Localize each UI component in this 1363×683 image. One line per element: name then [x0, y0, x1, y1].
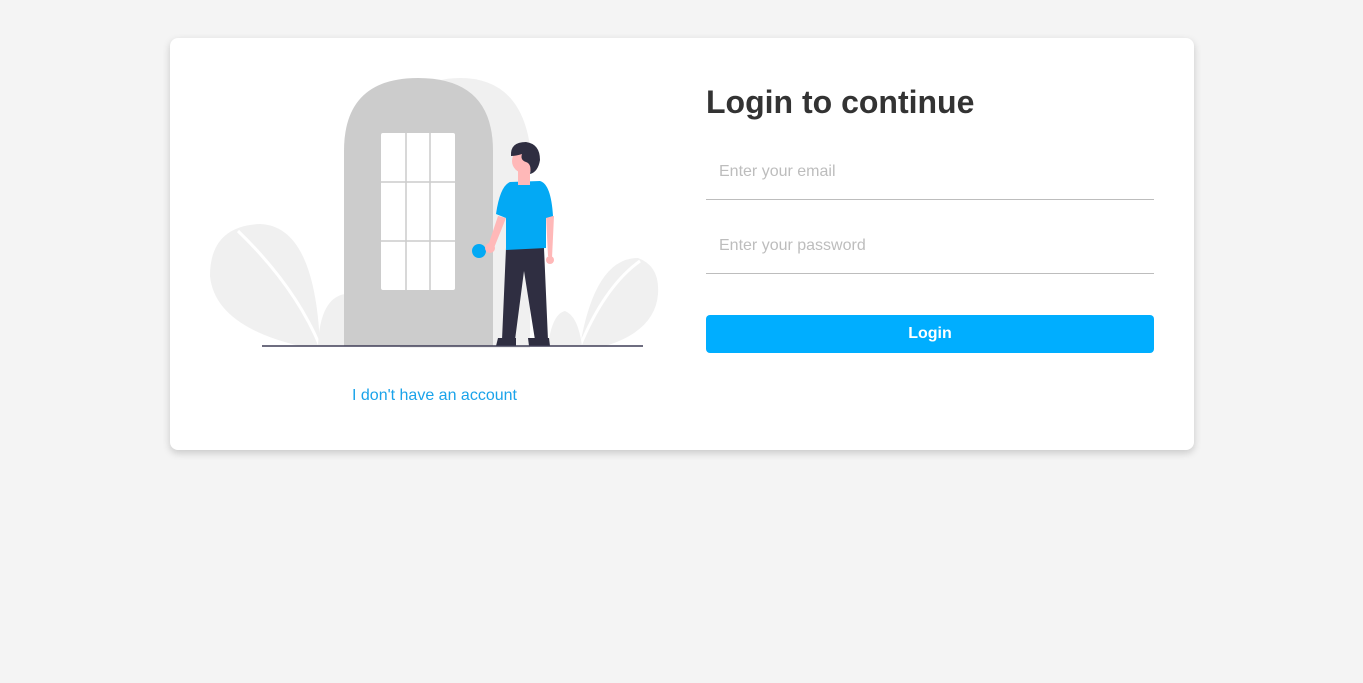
login-button[interactable]: Login	[706, 315, 1154, 353]
door-knob	[472, 244, 486, 258]
login-card: I don't have an account Login to continu…	[170, 38, 1194, 450]
right-small-bush	[548, 311, 582, 346]
password-field[interactable]	[706, 218, 1154, 274]
no-account-link[interactable]: I don't have an account	[352, 387, 517, 405]
page-title: Login to continue	[706, 84, 975, 120]
right-leaf-shape	[580, 258, 659, 346]
person-at-door-illustration	[210, 78, 659, 348]
email-field[interactable]	[706, 144, 1154, 200]
door-window	[381, 133, 455, 290]
left-leaf-shape	[210, 224, 320, 346]
